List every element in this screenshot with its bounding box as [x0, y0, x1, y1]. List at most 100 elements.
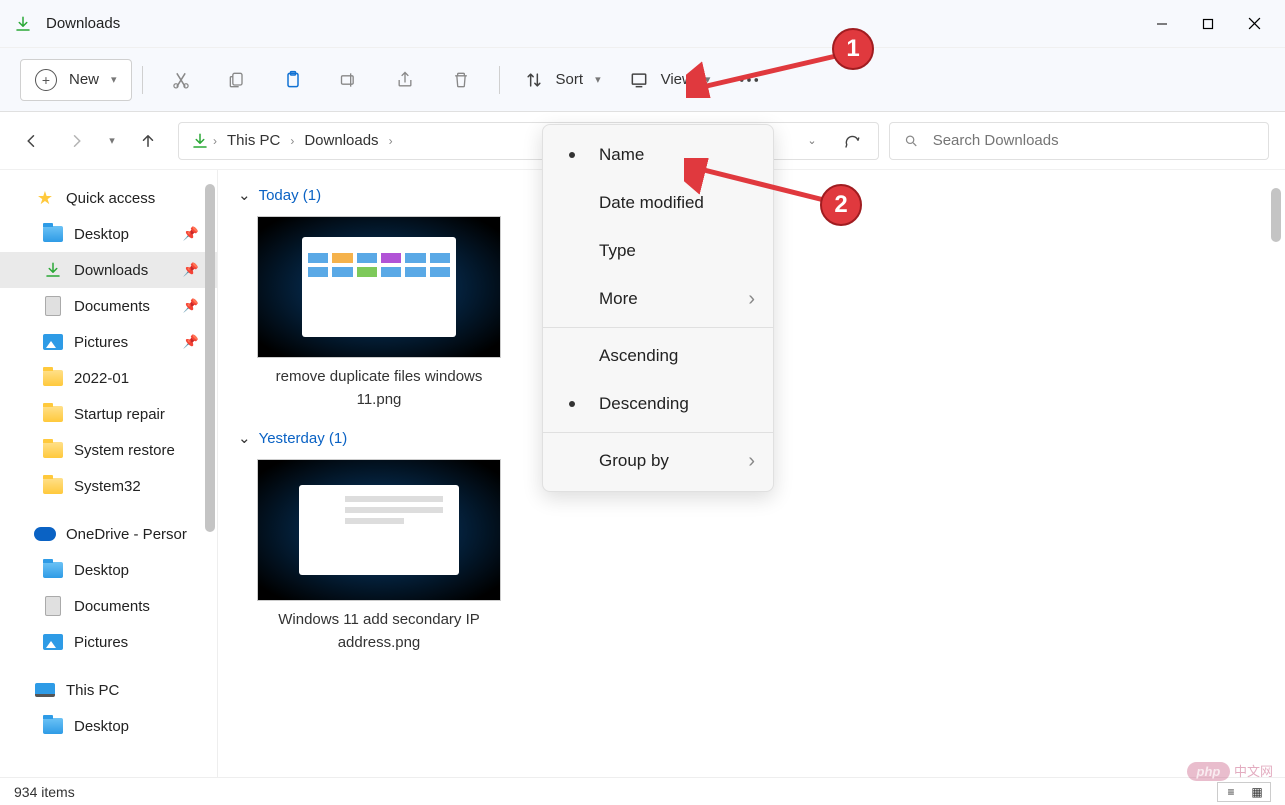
details-view-icon[interactable]: ≡: [1218, 783, 1244, 801]
close-button[interactable]: [1231, 4, 1277, 44]
pictures-icon: [43, 634, 63, 650]
address-dropdown-button[interactable]: ⌄: [792, 123, 832, 159]
sidebar-this-pc[interactable]: This PC: [0, 672, 217, 708]
sidebar-item-folder[interactable]: 2022-01: [0, 360, 217, 396]
status-bar: 934 items ≡ ▦: [0, 777, 1285, 805]
file-item[interactable]: Windows 11 add secondary IP address.png: [254, 459, 504, 654]
file-thumbnail: [257, 459, 501, 601]
sidebar-item-downloads[interactable]: Downloads 📌: [0, 252, 217, 288]
menu-item-label: More: [599, 289, 638, 309]
maximize-button[interactable]: [1185, 4, 1231, 44]
folder-icon: [43, 562, 63, 578]
sort-button[interactable]: Sort ▾: [510, 59, 615, 101]
watermark: php 中文网: [1187, 761, 1273, 781]
onedrive-icon: [34, 527, 56, 541]
paste-button[interactable]: [265, 59, 321, 101]
sidebar-item-folder[interactable]: Startup repair: [0, 396, 217, 432]
new-button[interactable]: + New ▾: [20, 59, 132, 101]
sidebar-item-label: Quick access: [66, 190, 155, 207]
sidebar-item-label: Downloads: [74, 262, 148, 279]
sidebar-quick-access[interactable]: ★ Quick access: [0, 180, 217, 216]
file-item[interactable]: remove duplicate files windows 11.png: [254, 216, 504, 411]
view-toggle[interactable]: ≡ ▦: [1217, 782, 1271, 802]
sidebar-item-label: System32: [74, 478, 141, 495]
recent-button[interactable]: ▾: [100, 121, 124, 161]
search-box[interactable]: [889, 122, 1269, 160]
pin-icon: 📌: [183, 226, 199, 242]
sidebar-item-label: Desktop: [74, 226, 129, 243]
command-bar: + New ▾ Sort ▾ View ▾: [0, 48, 1285, 112]
minimize-button[interactable]: [1139, 4, 1185, 44]
app-icon: [14, 15, 32, 33]
document-icon: [45, 296, 61, 316]
thumbnails-view-icon[interactable]: ▦: [1244, 783, 1270, 801]
sidebar-item-label: Documents: [74, 298, 150, 315]
folder-icon: [43, 406, 63, 422]
sidebar-item-label: Documents: [74, 598, 150, 615]
sidebar-item-folder[interactable]: System restore: [0, 432, 217, 468]
copy-button[interactable]: [209, 59, 265, 101]
back-button[interactable]: [12, 121, 52, 161]
callout-badge-2: 2: [820, 184, 862, 226]
callout-badge-1: 1: [832, 28, 874, 70]
chevron-down-icon: ▾: [109, 134, 115, 147]
chevron-down-icon: ⌄: [807, 134, 816, 147]
title-bar: Downloads: [0, 0, 1285, 48]
sort-option-group-by[interactable]: Group by: [543, 437, 773, 485]
sidebar-item-label: Desktop: [74, 562, 129, 579]
sidebar-onedrive[interactable]: OneDrive - Persor: [0, 516, 217, 552]
sidebar-item-documents[interactable]: Documents 📌: [0, 288, 217, 324]
sidebar-item-label: 2022-01: [74, 370, 129, 387]
chevron-right-icon: ›: [290, 134, 294, 148]
breadcrumb-label: This PC: [227, 132, 280, 149]
delete-button[interactable]: [433, 59, 489, 101]
sidebar-item-label: Pictures: [74, 334, 128, 351]
breadcrumb-this-pc[interactable]: This PC: [221, 123, 286, 159]
new-label: New: [69, 71, 99, 88]
cut-button[interactable]: [153, 59, 209, 101]
refresh-button[interactable]: [832, 123, 872, 159]
sidebar-item-desktop[interactable]: Desktop 📌: [0, 216, 217, 252]
up-button[interactable]: [128, 121, 168, 161]
scrollbar-thumb[interactable]: [205, 184, 215, 532]
window-title: Downloads: [46, 15, 120, 32]
chevron-down-icon: ▾: [111, 73, 117, 86]
breadcrumb-downloads[interactable]: Downloads: [298, 123, 384, 159]
search-input[interactable]: [933, 132, 1254, 149]
sidebar-item-folder[interactable]: System32: [0, 468, 217, 504]
search-icon: [904, 133, 919, 149]
sort-option-type[interactable]: Type: [543, 227, 773, 275]
file-name: Windows 11 add secondary IP address.png: [254, 609, 504, 654]
downloads-icon: [42, 259, 64, 281]
sidebar-item-label: Desktop: [74, 718, 129, 735]
sort-option-descending[interactable]: Descending: [543, 380, 773, 428]
pin-icon: 📌: [183, 298, 199, 314]
callout-arrow-1: [686, 48, 846, 98]
navigation-pane: ★ Quick access Desktop 📌 Downloads 📌 Doc…: [0, 170, 218, 777]
watermark-php: php: [1187, 762, 1231, 781]
rename-button[interactable]: [321, 59, 377, 101]
sidebar-item-pictures[interactable]: Pictures 📌: [0, 324, 217, 360]
address-icon[interactable]: [185, 123, 209, 159]
chevron-right-icon: ›: [389, 134, 393, 148]
sidebar-item-label: Pictures: [74, 634, 128, 651]
scrollbar-thumb[interactable]: [1271, 188, 1281, 242]
menu-separator: [543, 327, 773, 328]
forward-button[interactable]: [56, 121, 96, 161]
menu-separator: [543, 432, 773, 433]
sidebar-item-desktop-pc[interactable]: Desktop: [0, 708, 217, 744]
sort-option-ascending[interactable]: Ascending: [543, 332, 773, 380]
document-icon: [45, 596, 61, 616]
share-button[interactable]: [377, 59, 433, 101]
sidebar-item-documents-od[interactable]: Documents: [0, 588, 217, 624]
sidebar-item-pictures-od[interactable]: Pictures: [0, 624, 217, 660]
plus-icon: +: [35, 69, 57, 91]
sidebar-item-label: This PC: [66, 682, 119, 699]
pin-icon: 📌: [183, 262, 199, 278]
menu-item-label: Ascending: [599, 346, 678, 366]
pictures-icon: [43, 334, 63, 350]
sidebar-item-desktop-od[interactable]: Desktop: [0, 552, 217, 588]
sort-option-more[interactable]: More: [543, 275, 773, 323]
separator: [499, 66, 500, 94]
pc-icon: [35, 683, 55, 697]
